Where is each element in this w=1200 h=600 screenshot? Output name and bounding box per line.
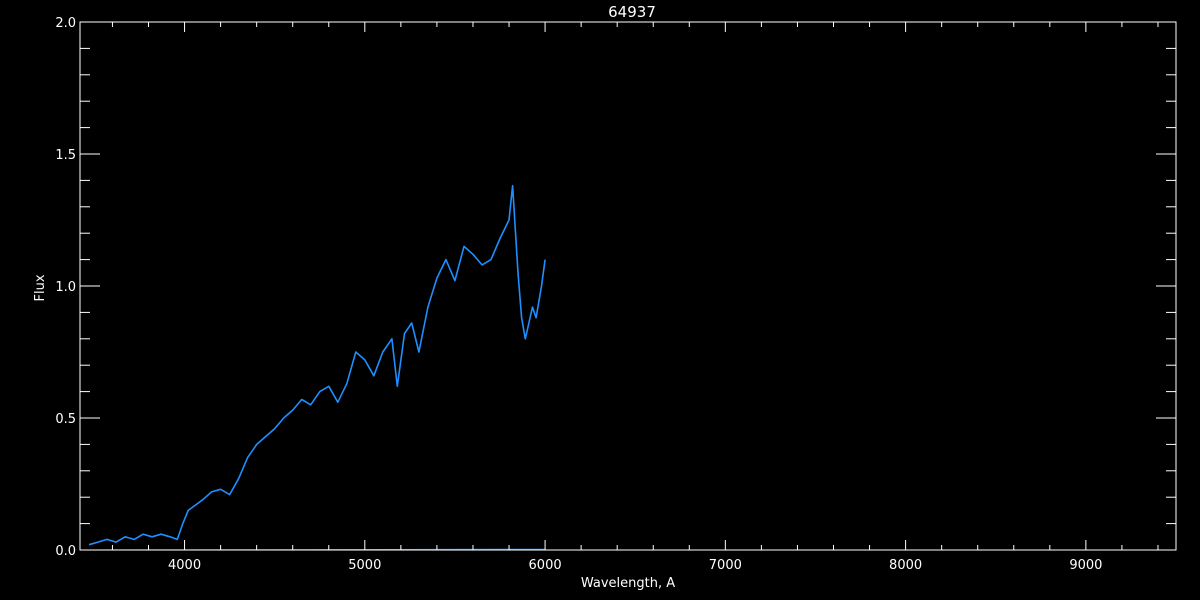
y-tick-label: 1.0: [55, 280, 76, 295]
spectrum-chart: 64937 Wavelength, A Flux 4000 5000 6000 700…: [0, 0, 1200, 600]
y-tick-label: 2.0: [55, 16, 76, 31]
x-tick-label: 9000: [1069, 558, 1102, 573]
y-tick-label: 0.5: [55, 412, 76, 427]
x-tick-label: 5000: [348, 558, 381, 573]
x-tick-label: 8000: [889, 558, 922, 573]
x-axis-label: Wavelength, A: [581, 576, 675, 591]
y-tick-label: 1.5: [55, 148, 76, 163]
chart-title: 64937: [608, 3, 656, 21]
x-tick-label: 4000: [168, 558, 201, 573]
y-axis-label: Flux: [33, 274, 48, 301]
x-tick-label: 6000: [529, 558, 562, 573]
x-tick-label: 7000: [709, 558, 742, 573]
y-tick-label: 0.0: [55, 544, 76, 559]
chart-background: [0, 0, 1200, 600]
